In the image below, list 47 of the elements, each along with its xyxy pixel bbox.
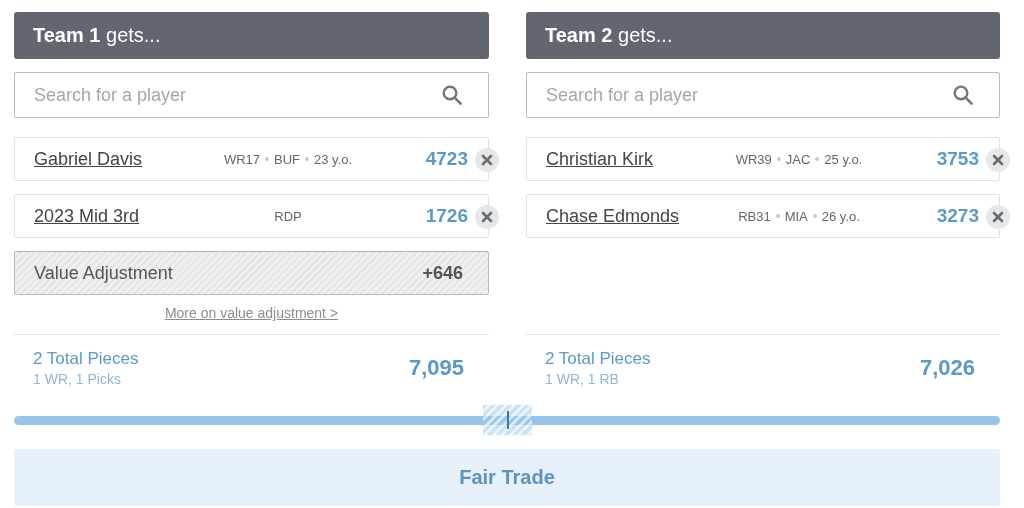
asset-value: 3753 bbox=[936, 148, 979, 170]
asset-value: 1726 bbox=[425, 205, 468, 227]
player-link[interactable]: 2023 Mid 3rd bbox=[34, 205, 140, 227]
separator-dot-icon bbox=[305, 157, 310, 161]
close-icon bbox=[992, 211, 1004, 223]
close-icon bbox=[992, 154, 1004, 166]
asset-info: WR17 bbox=[223, 151, 261, 167]
search-field[interactable]: Search for a player bbox=[14, 72, 489, 118]
remove-button[interactable] bbox=[986, 148, 1010, 172]
search-icon bbox=[442, 85, 462, 105]
total-value: 7,026 bbox=[919, 355, 975, 381]
team-header: Team 1 gets... bbox=[33, 24, 161, 47]
close-icon bbox=[481, 154, 493, 166]
total-pieces: 2 Total Pieces bbox=[33, 349, 139, 369]
separator-dot-icon bbox=[776, 157, 781, 161]
remove-button[interactable] bbox=[475, 205, 499, 229]
asset-value: 4723 bbox=[425, 148, 468, 170]
adjustment-value: +646 bbox=[422, 262, 463, 284]
asset-info: BUF bbox=[274, 151, 301, 167]
adjustment-label: Value Adjustment bbox=[34, 262, 173, 284]
asset-info: 25 y.o. bbox=[824, 151, 863, 167]
search-icon bbox=[953, 85, 973, 105]
pieces-breakdown: 1 WR, 1 RB bbox=[545, 371, 620, 387]
asset-info: MIA bbox=[784, 208, 808, 224]
separator-dot-icon bbox=[265, 157, 270, 161]
search-field[interactable]: Search for a player bbox=[526, 72, 1000, 118]
separator-dot-icon bbox=[815, 157, 820, 161]
asset-info: 23 y.o. bbox=[314, 151, 353, 167]
player-link[interactable]: Christian Kirk bbox=[546, 148, 654, 170]
team-header: Team 2 gets... bbox=[545, 24, 673, 47]
close-icon bbox=[481, 211, 493, 223]
asset-info: WR39 bbox=[735, 151, 772, 167]
separator-dot-icon bbox=[775, 214, 780, 218]
total-value: 7,095 bbox=[408, 355, 464, 381]
total-pieces: 2 Total Pieces bbox=[545, 349, 651, 369]
player-link[interactable]: Gabriel Davis bbox=[34, 148, 143, 170]
asset-info: RB31 bbox=[738, 208, 771, 224]
asset-value: 3273 bbox=[936, 205, 979, 227]
asset-info: RDP bbox=[274, 208, 302, 224]
remove-button[interactable] bbox=[986, 205, 1010, 229]
separator-dot-icon bbox=[812, 214, 817, 218]
pieces-breakdown: 1 WR, 1 Picks bbox=[33, 371, 122, 387]
trade-verdict: Fair Trade bbox=[14, 449, 1000, 506]
asset-info: 26 y.o. bbox=[821, 208, 860, 224]
player-link[interactable]: Chase Edmonds bbox=[546, 205, 680, 227]
remove-button[interactable] bbox=[475, 148, 499, 172]
asset-info: JAC bbox=[785, 151, 811, 167]
